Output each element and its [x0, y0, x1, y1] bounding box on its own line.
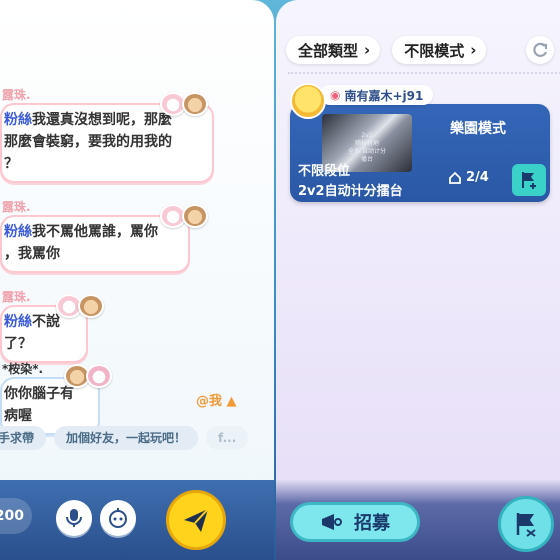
chevron-right-icon: ›	[470, 41, 477, 59]
quick-phrase-chip[interactable]: f...	[206, 426, 249, 450]
recruit-button[interactable]: 招募	[290, 502, 420, 542]
type-filter-dropdown[interactable]: 全部類型 ›	[286, 36, 381, 64]
chat-message: 露珠. 粉絲我還真沒想到呢，那麼 那麼會裝窮，要我的用我的 ？	[0, 86, 214, 183]
mention-tag[interactable]: 粉絲	[4, 224, 32, 240]
caret-up-icon: ▲	[226, 394, 237, 409]
sticker-group	[64, 364, 112, 388]
send-button[interactable]	[166, 490, 226, 550]
sticker-group	[56, 294, 104, 318]
filter-row: 全部類型 › 不限模式 ›	[286, 36, 487, 64]
chat-panel: 露珠. 粉絲我還真沒想到呢，那麼 那麼會裝窮，要我的用我的 ？ 露珠. 粉絲我不…	[0, 0, 274, 560]
at-me-jump[interactable]: @我 ▲	[196, 390, 237, 409]
room-list-panel: 全部類型 › 不限模式 › 2v2 随秘材地 全系 自动计分 播台 不限段位 2…	[276, 0, 560, 560]
host-avatar	[290, 83, 326, 119]
room-title: 2v2自动计分擂台	[298, 184, 403, 199]
microphone-icon	[66, 509, 82, 527]
voice-button[interactable]	[56, 500, 92, 536]
room-host[interactable]: ◉ 南有嘉木+j91	[290, 83, 434, 119]
flag-plus-icon	[522, 172, 536, 189]
chevron-right-icon: ›	[364, 41, 371, 59]
host-name-pill: ◉ 南有嘉木+j91	[320, 85, 434, 105]
chat-message: 露珠. 粉絲不說了？	[0, 288, 104, 363]
emoji-button[interactable]	[100, 500, 136, 536]
refresh-icon	[533, 42, 548, 57]
room-mode: 樂園模式	[450, 121, 506, 137]
room-card[interactable]: 2v2 随秘材地 全系 自动计分 播台 不限段位 2v2自动计分擂台 樂園模式 …	[290, 104, 550, 202]
mode-filter-dropdown[interactable]: 不限模式 ›	[392, 36, 487, 64]
level-badge-icon: ◉	[330, 88, 341, 102]
bear-sticker-icon	[182, 92, 208, 116]
char-counter: /200	[0, 498, 32, 534]
sticker-group	[160, 204, 208, 228]
mention-tag[interactable]: 粉絲	[4, 314, 32, 330]
megaphone-icon	[322, 514, 342, 530]
chat-message: *桉染*. 你你腦子有病喔	[0, 360, 112, 435]
sticker-group	[160, 92, 208, 116]
flag-shuffle-icon	[516, 513, 536, 537]
message-bubble: 粉絲我不罵他罵誰，罵你 ，我罵你	[0, 215, 190, 273]
bear-sticker-icon	[182, 204, 208, 228]
quick-phrase-chip[interactable]: 新手求帶	[0, 426, 47, 450]
robot-face-icon	[109, 508, 127, 528]
create-room-button[interactable]	[498, 496, 554, 552]
chat-message-list[interactable]: 露珠. 粉絲我還真沒想到呢，那麼 那麼會裝窮，要我的用我的 ？ 露珠. 粉絲我不…	[0, 0, 274, 480]
divider	[288, 72, 560, 74]
bunny-sticker-icon	[86, 364, 112, 388]
join-room-button[interactable]	[512, 164, 546, 196]
mention-tag[interactable]: 粉絲	[4, 112, 32, 128]
room-player-count: 2/4	[448, 170, 489, 185]
room-rank-limit: 不限段位	[298, 164, 351, 179]
paper-plane-icon	[184, 508, 209, 532]
refresh-button[interactable]	[526, 36, 554, 64]
chat-message: 露珠. 粉絲我不罵他罵誰，罵你 ，我罵你	[0, 198, 208, 273]
chat-input-bar: /200	[0, 480, 274, 560]
quick-phrase-row: 新手求帶 加個好友，一起玩吧！ f...	[0, 426, 274, 458]
quick-phrase-chip[interactable]: 加個好友，一起玩吧！	[54, 426, 199, 450]
bear-sticker-icon	[78, 294, 104, 318]
room-action-bar: 招募	[276, 480, 560, 560]
house-icon	[449, 171, 461, 184]
